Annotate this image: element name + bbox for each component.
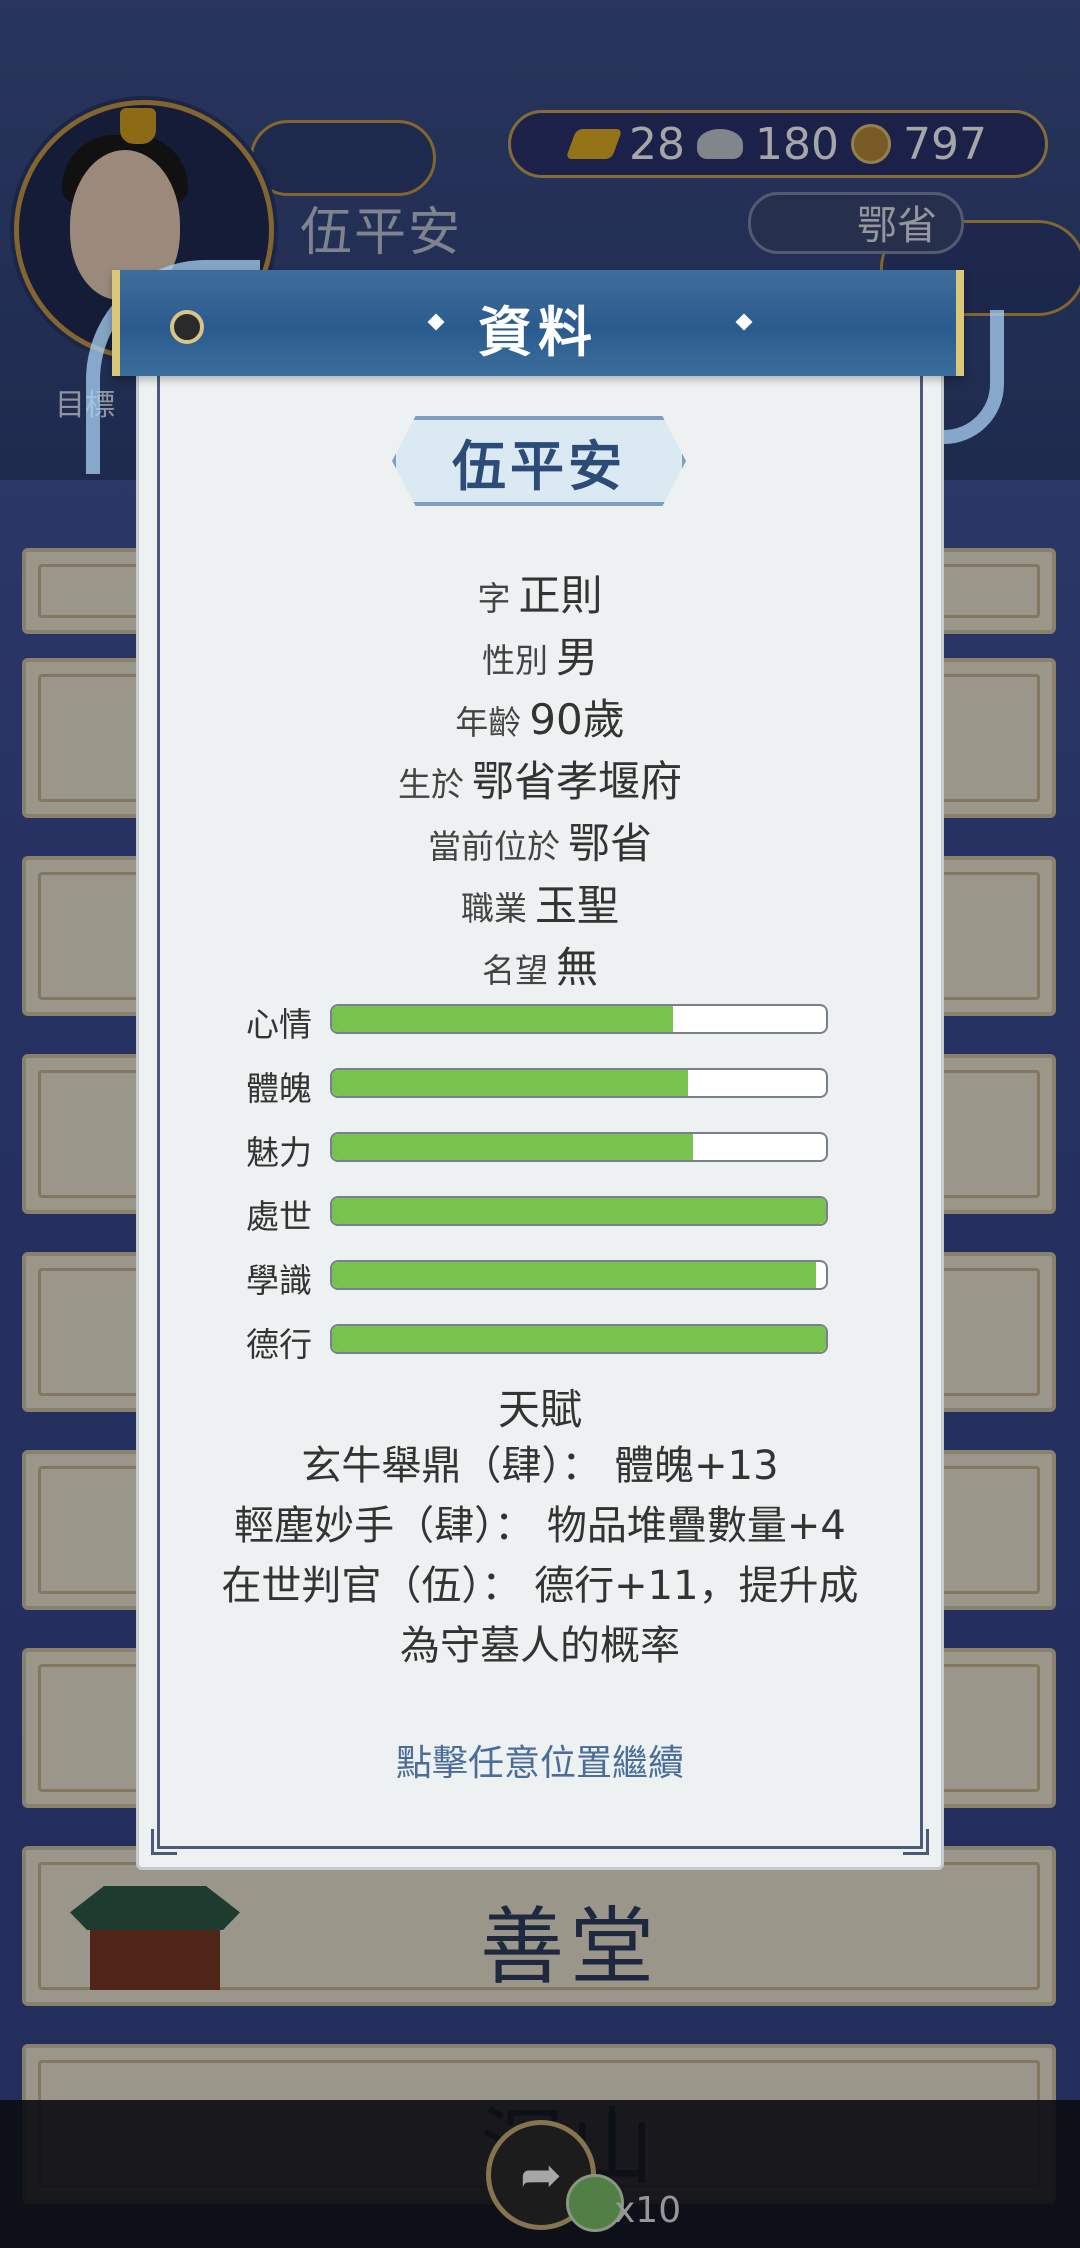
- stat-bar-fill: [332, 1198, 826, 1224]
- info-gender: 性別男: [481, 633, 598, 682]
- talent-line: 輕塵妙手（肆）： 物品堆疊數量+4: [234, 1503, 846, 1549]
- stat-bar-fill: [332, 1070, 688, 1096]
- corner-ornament: [151, 1829, 177, 1855]
- info-reputation: 名望無: [481, 943, 598, 992]
- stat-row-virtue: 德行: [246, 1324, 832, 1364]
- info-age: 年齡 90歲: [455, 695, 625, 744]
- stat-bar-fill: [332, 1326, 826, 1352]
- stat-row-conduct: 處世: [246, 1196, 832, 1236]
- talent-line: 在世判官（伍）： 德行+11，提升成: [221, 1563, 859, 1609]
- info-birthplace: 生於 鄂省孝堰府: [397, 757, 682, 806]
- dialog-header: 資料: [112, 270, 964, 376]
- stat-row-mood: 心情: [246, 1004, 832, 1044]
- stat-bar-fill: [332, 1262, 817, 1288]
- info-courtesy-name: 字正則: [477, 571, 603, 620]
- stat-row-physique: 體魄: [246, 1068, 832, 1108]
- talent-line: 為守墓人的概率: [400, 1623, 680, 1669]
- character-name: 伍平安: [392, 416, 686, 506]
- stat-bar-fill: [332, 1006, 673, 1032]
- info-current-location: 當前位於 鄂省: [427, 819, 652, 868]
- talent-line: 玄牛舉鼎（肆）： 體魄+13: [301, 1443, 779, 1489]
- stat-bar-fill: [332, 1134, 693, 1160]
- continue-hint[interactable]: 點擊任意位置繼續: [136, 1734, 944, 1786]
- dialog-title: 資料: [478, 301, 598, 364]
- talent-title: 天賦: [497, 1385, 582, 1434]
- corner-ornament: [903, 1829, 929, 1855]
- info-occupation: 職業 玉聖: [460, 881, 619, 930]
- stat-row-charm: 魅力: [246, 1132, 832, 1172]
- stat-row-knowledge: 學識: [246, 1260, 832, 1300]
